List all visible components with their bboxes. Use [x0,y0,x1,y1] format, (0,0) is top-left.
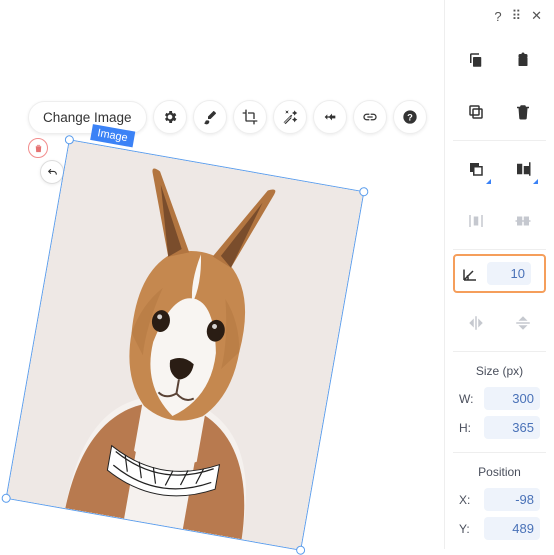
animation-icon [322,109,338,125]
resize-handle-bl[interactable] [1,493,11,503]
undo-button[interactable] [40,160,64,184]
align-button[interactable] [509,155,537,183]
panel-close-icon[interactable]: ✕ [531,8,542,24]
width-label: W: [459,392,477,406]
copy-icon [467,51,485,69]
position-section-title: Position [453,465,546,479]
duplicate-icon [467,103,485,121]
height-input[interactable] [484,416,540,439]
paste-icon [514,51,532,69]
link-button[interactable] [353,100,387,134]
brush-button[interactable] [193,100,227,134]
trash-icon [514,103,532,121]
distribute-v-icon [514,212,532,230]
image-toolbar: Change Image ? [28,100,427,134]
height-label: H: [459,421,477,435]
angle-icon [461,265,479,283]
link-icon [362,109,378,125]
distribute-h-button[interactable] [462,207,490,235]
flip-h-button[interactable] [462,309,490,337]
distribute-v-button[interactable] [509,207,537,235]
paste-button[interactable] [509,46,537,74]
svg-text:?: ? [407,112,413,122]
layer-forward-icon [467,160,485,178]
x-label: X: [459,493,477,507]
align-icon [514,160,532,178]
flip-v-icon [514,314,532,332]
resize-handle-br[interactable] [295,545,305,555]
trash-small-icon [33,143,44,154]
help-button[interactable]: ? [393,100,427,134]
panel-drag-icon[interactable]: ⠿ [512,8,522,24]
x-input[interactable] [484,488,540,511]
undo-icon [46,166,59,179]
crop-button[interactable] [233,100,267,134]
duplicate-button[interactable] [462,98,490,126]
bring-forward-button[interactable] [462,155,490,183]
panel-help-icon[interactable]: ? [494,9,501,24]
width-input[interactable] [484,387,540,410]
magic-button[interactable] [273,100,307,134]
dog-image [7,140,364,549]
canvas-area: Change Image ? Image [0,0,444,549]
animate-button[interactable] [313,100,347,134]
copy-button[interactable] [462,46,490,74]
flip-v-button[interactable] [509,309,537,337]
distribute-h-icon [467,212,485,230]
image-content [7,140,364,549]
gear-icon [162,109,178,125]
help-icon: ? [402,109,418,125]
image-selection-frame[interactable]: Image [6,139,365,551]
size-section-title: Size (px) [453,364,546,378]
resize-handle-tr[interactable] [359,187,369,197]
crop-icon [242,109,258,125]
brush-icon [202,109,218,125]
flip-h-icon [467,314,485,332]
settings-button[interactable] [153,100,187,134]
delete-button[interactable] [509,98,537,126]
magic-wand-icon [282,109,298,125]
properties-panel: ? ⠿ ✕ [444,0,554,549]
rotation-control [453,254,546,293]
delete-element-button[interactable] [28,138,48,158]
y-label: Y: [459,522,477,536]
rotation-input[interactable] [487,262,531,285]
change-image-button[interactable]: Change Image [28,101,147,134]
y-input[interactable] [484,517,540,540]
